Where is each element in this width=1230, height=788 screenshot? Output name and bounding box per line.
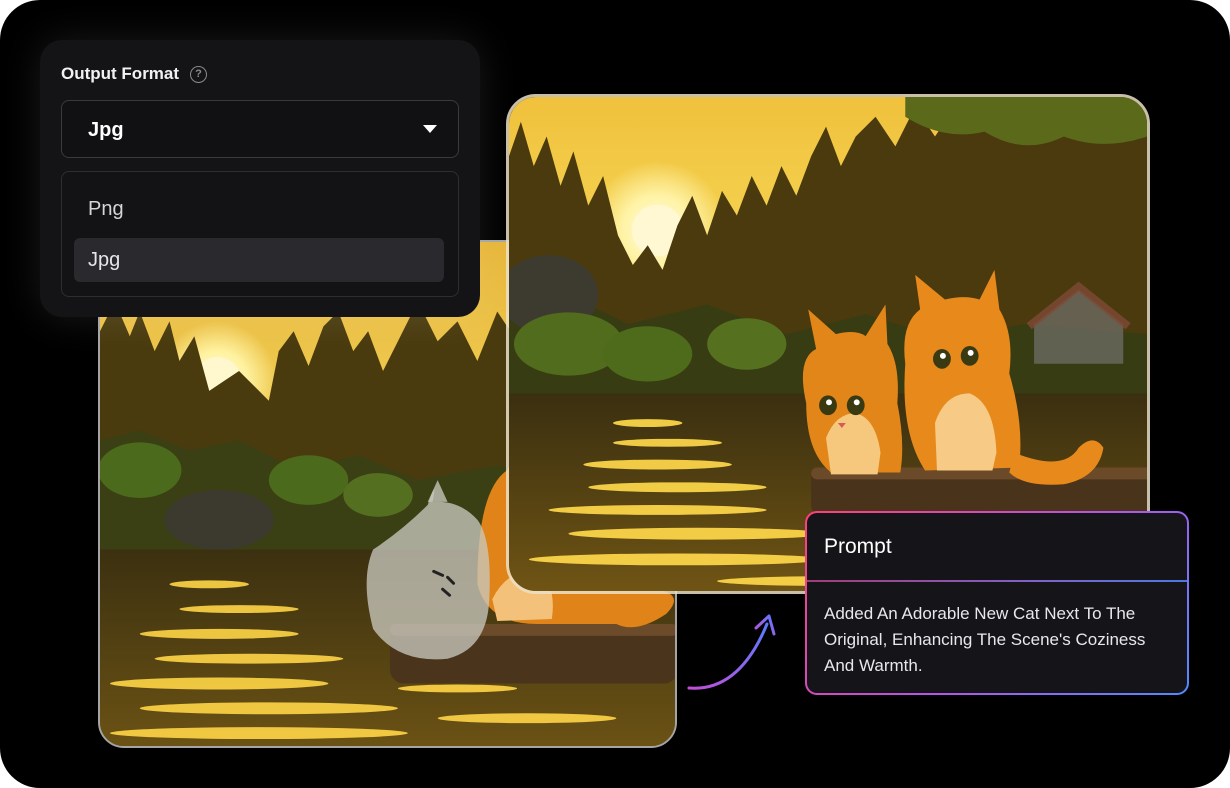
- output-format-label: Output Format: [61, 64, 180, 83]
- canvas: Output Format ? Jpg Png Jpg Prompt Added…: [0, 0, 1230, 788]
- format-option-png[interactable]: Png: [74, 187, 444, 231]
- format-options-list: Png Jpg: [61, 171, 459, 297]
- question-circle-icon[interactable]: ?: [190, 65, 208, 83]
- prompt-title: Prompt: [824, 535, 892, 558]
- prompt-card: Prompt Added An Adorable New Cat Next To…: [805, 511, 1189, 695]
- curved-arrow-icon: [687, 614, 776, 690]
- output-format-select[interactable]: Jpg: [61, 100, 459, 158]
- prompt-divider: [807, 580, 1187, 582]
- prompt-text: Added An Adorable New Cat Next To The Or…: [824, 604, 1146, 675]
- output-format-title: Output Format ?: [61, 64, 208, 84]
- caret-down-icon[interactable]: [423, 125, 437, 133]
- selected-format-value: Jpg: [88, 119, 124, 141]
- format-option-jpg[interactable]: Jpg: [74, 238, 444, 282]
- output-format-panel: Output Format ? Jpg Png Jpg: [40, 40, 480, 317]
